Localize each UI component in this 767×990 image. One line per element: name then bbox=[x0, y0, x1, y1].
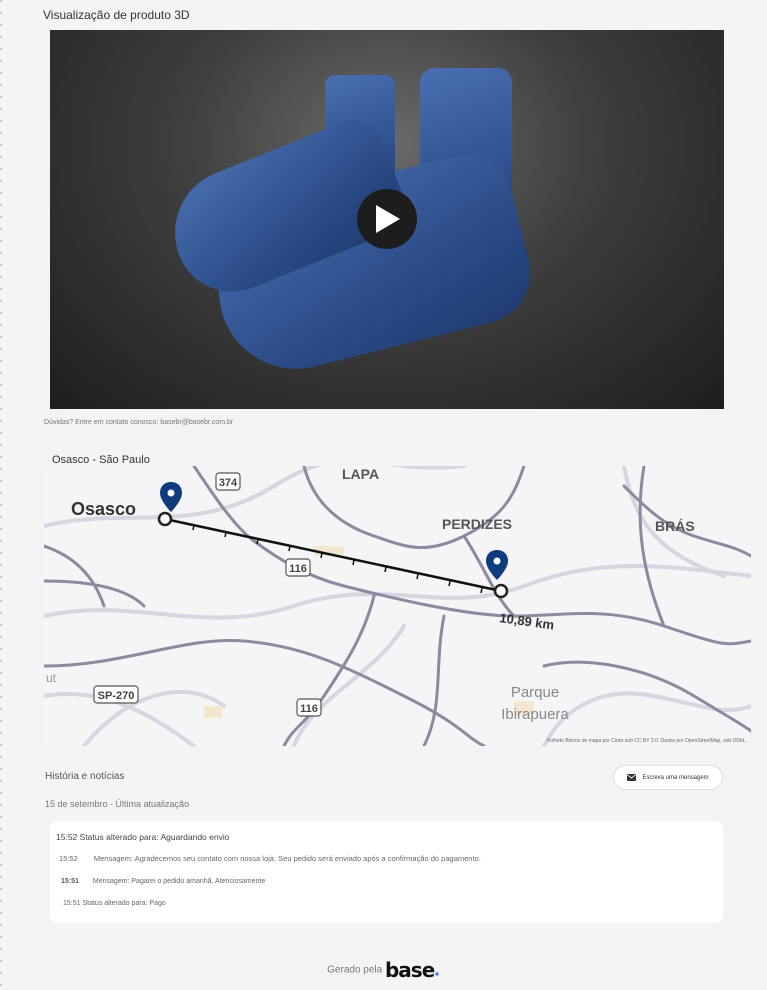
footer-text: Gerado pela bbox=[327, 964, 383, 976]
history-entry: 15:52 Status alterado para: Aguardando e… bbox=[56, 832, 229, 842]
entry-text: Mensagem: Pagarei o pedido amanhã, Atenc… bbox=[92, 878, 266, 885]
shield-116-label: 116 bbox=[289, 563, 307, 575]
map-canvas: 374 116 116 SP-270 Osasco LAPA PERDIZES … bbox=[44, 466, 751, 746]
entry-time: 15:51 bbox=[63, 900, 81, 907]
shield-116-label-2: 116 bbox=[300, 703, 318, 715]
origin-pin-icon bbox=[160, 482, 182, 512]
shield-sp270-label: SP-270 bbox=[98, 690, 135, 702]
history-entry: 15:51 Status alterado para: Pago bbox=[63, 900, 166, 907]
history-date: 15 de setembro - Última atualização bbox=[45, 799, 190, 809]
label-osasco: Osasco bbox=[71, 499, 136, 519]
entry-time: 15:52 bbox=[56, 832, 78, 842]
footer: Gerado pela base. bbox=[0, 958, 767, 982]
map-attribution[interactable]: Folheto Blocos de mapa por Carto sob CC … bbox=[547, 738, 747, 744]
product-3d-viewer[interactable] bbox=[50, 30, 724, 409]
play-button[interactable] bbox=[357, 189, 417, 249]
write-message-button[interactable]: Escreva uma mensagem bbox=[613, 765, 723, 790]
entry-time: 15:52 bbox=[59, 854, 78, 863]
write-message-label: Escreva uma mensagem bbox=[642, 774, 709, 781]
label-perdizes: PERDIZES bbox=[442, 516, 512, 532]
history-entry: 15:52 Mensagem: Agradecemos seu contato … bbox=[59, 854, 481, 863]
label-parque: Parque bbox=[511, 684, 559, 701]
contact-info: Dúvidas? Entre em contato conosco: baseb… bbox=[44, 419, 234, 426]
history-entry: 15:51 Mensagem: Pagarei o pedido amanhã,… bbox=[61, 878, 265, 885]
shield-374-label: 374 bbox=[219, 477, 238, 489]
origin-marker bbox=[157, 511, 173, 527]
label-ut: ut bbox=[46, 671, 57, 685]
destination-pin-icon bbox=[486, 550, 508, 580]
map-title: Osasco - São Paulo bbox=[52, 454, 150, 466]
label-lapa: LAPA bbox=[342, 466, 379, 482]
envelope-icon bbox=[627, 774, 637, 781]
destination-marker bbox=[493, 583, 509, 599]
entry-text: Mensagem: Agradecemos seu contato com no… bbox=[93, 854, 481, 863]
entry-text: Status alterado para: Aguardando envio bbox=[79, 832, 230, 842]
label-ibirapuera: Ibirapuera bbox=[501, 706, 569, 723]
brand-dot: . bbox=[434, 958, 440, 981]
label-bras: BRÁS bbox=[655, 518, 695, 534]
brand-logo[interactable]: base bbox=[385, 958, 435, 982]
entry-time: 15:51 bbox=[61, 878, 79, 885]
product-section-title: Visualização de produto 3D bbox=[43, 8, 190, 22]
history-title: História e notícias bbox=[45, 771, 125, 782]
entry-text: Status alterado para: Pago bbox=[82, 900, 166, 907]
left-edge-dashes bbox=[0, 0, 2, 990]
route-map[interactable]: 374 116 116 SP-270 Osasco LAPA PERDIZES … bbox=[44, 466, 751, 746]
play-icon bbox=[376, 205, 400, 233]
history-card: 15:52 Status alterado para: Aguardando e… bbox=[50, 821, 723, 923]
